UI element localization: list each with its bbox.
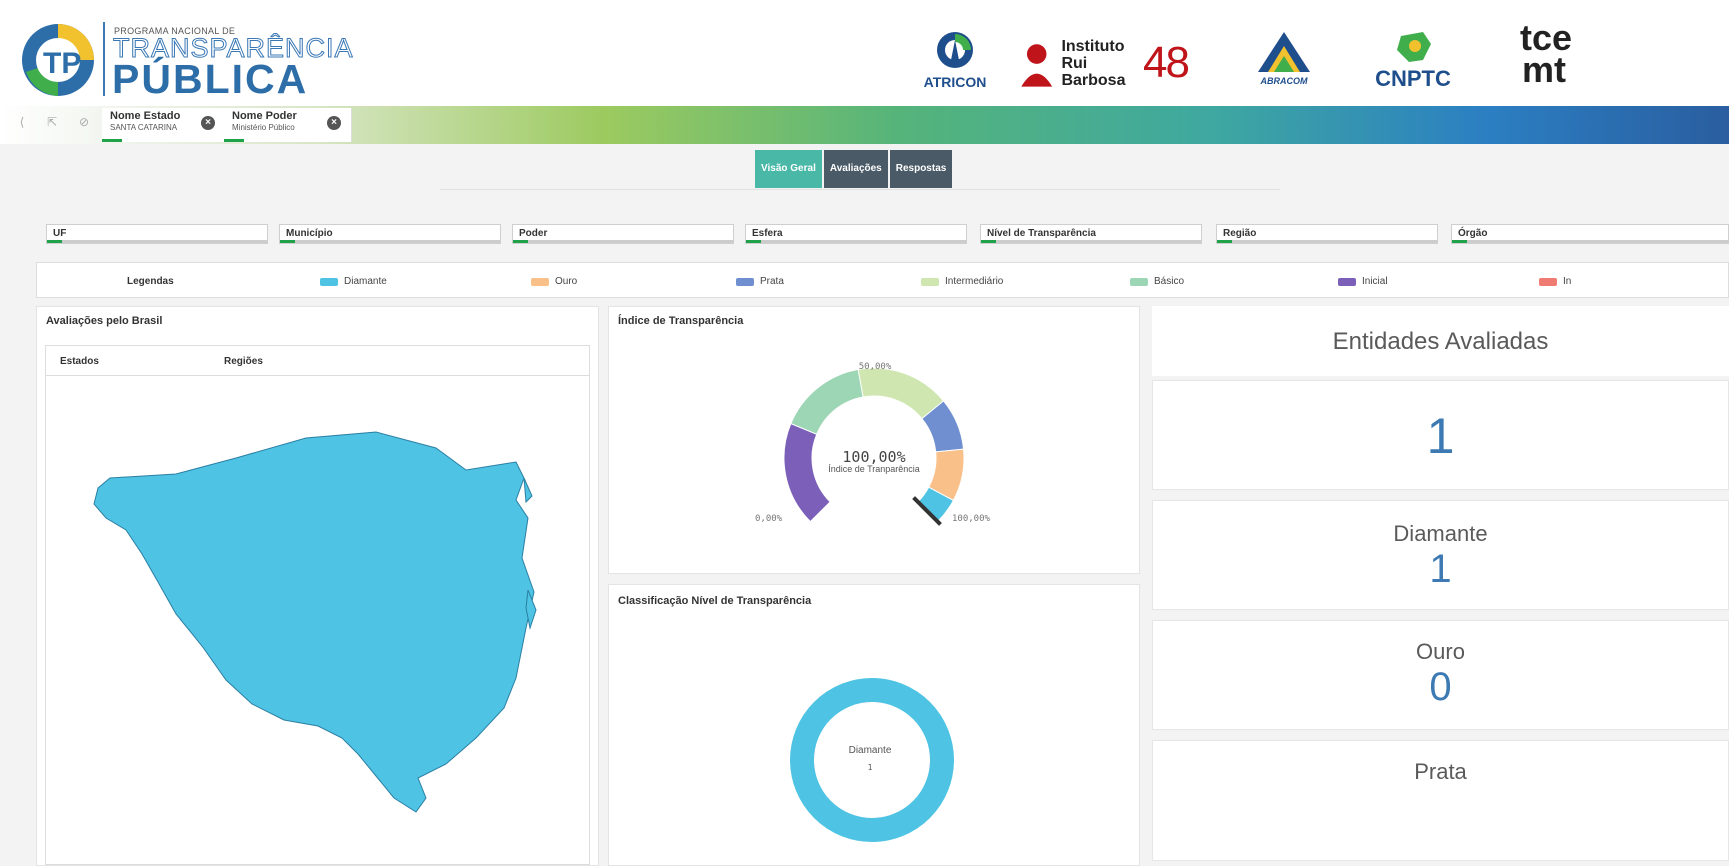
filter-bar <box>981 240 1201 243</box>
filter-label: Esfera <box>752 228 783 239</box>
chip-selection-bar <box>224 139 244 142</box>
filter-bar <box>746 240 966 243</box>
legend-item-intermediario: Intermediário <box>921 276 1003 287</box>
filter-label: Município <box>286 228 333 239</box>
kpi-prata-card: Prata <box>1152 740 1729 861</box>
atricon-logo: ATRICON <box>918 30 992 96</box>
step-back-icon[interactable]: ⟨ <box>14 114 30 130</box>
filter-label: Poder <box>519 228 548 239</box>
selection-chip-poder[interactable]: Nome Poder Ministério Público × <box>224 108 352 142</box>
filter-nivel[interactable]: Nível de Transparência <box>980 224 1202 244</box>
classification-donut <box>790 678 954 842</box>
legend-item-basico: Básico <box>1130 276 1184 287</box>
step-forward-icon[interactable]: ⇱ <box>44 114 60 130</box>
kpi-ouro-label: Ouro <box>1416 639 1465 664</box>
kpi-diamante-card: Diamante 1 <box>1152 500 1729 610</box>
filter-bar <box>513 240 733 243</box>
filter-label: UF <box>53 228 67 239</box>
gauge-mid-label: 50,00% <box>858 362 892 372</box>
filter-bar <box>1452 240 1728 243</box>
tabs-underline <box>440 189 1280 190</box>
clear-selections-icon[interactable]: ⊘ <box>76 114 92 130</box>
close-icon[interactable]: × <box>327 116 341 130</box>
cnptc-logo: CNPTC <box>1368 30 1458 96</box>
atricon-text: ATRICON <box>923 74 987 90</box>
svg-text:TP: TP <box>43 47 81 80</box>
filter-label: Órgão <box>1458 228 1488 239</box>
filter-bar <box>47 240 267 243</box>
kpi-prata-label: Prata <box>1414 759 1467 784</box>
abracom-text: ABRACOM <box>1260 76 1308 86</box>
tab-regioes[interactable]: Regiões <box>224 356 263 367</box>
legend-item-in: In <box>1539 276 1571 287</box>
filter-bar <box>280 240 500 243</box>
santa-catarina-map[interactable] <box>46 378 589 861</box>
brazil-map-icon <box>1397 32 1431 62</box>
mt-text: mt <box>1522 49 1566 90</box>
map-tabs: Estados Regiões <box>46 346 589 376</box>
filter-label: Região <box>1223 228 1257 239</box>
gauge-center-label: Índice de Tranparência <box>828 464 920 474</box>
kpi-total-value: 1 <box>1426 408 1455 464</box>
irb-line2: Rui Barbosa <box>1061 54 1126 89</box>
gauge-max-label: 100,00% <box>952 514 990 524</box>
map-panel-title: Avaliações pelo Brasil <box>46 315 163 327</box>
kpi-diamante-value: 1 <box>1429 547 1452 591</box>
filter-bar <box>1217 240 1437 243</box>
irb-line1: Instituto <box>1061 37 1125 55</box>
cnptc-text: CNPTC <box>1375 66 1451 91</box>
ptp-logo-icon: TP <box>22 24 94 96</box>
legend-bar: Legendas Diamante Ouro Prata Intermediár… <box>36 262 1729 298</box>
donut-slice-diamante[interactable] <box>790 678 954 842</box>
tab-estados[interactable]: Estados <box>60 356 99 367</box>
irb-number: 48 <box>1143 38 1190 87</box>
gauge-segment-básico[interactable] <box>790 368 864 435</box>
filter-regiao[interactable]: Região <box>1216 224 1438 244</box>
kpi-ouro-value: 0 <box>1429 665 1452 709</box>
close-icon[interactable]: × <box>201 116 215 130</box>
abracom-logo: ABRACOM <box>1248 30 1320 96</box>
kpi-heading: Entidades Avaliadas <box>1332 328 1549 355</box>
atricon-icon <box>937 32 973 68</box>
gauge-panel-title: Índice de Transparência <box>618 315 744 327</box>
logo-divider <box>103 22 105 96</box>
donut-center-label: Diamante <box>848 745 892 756</box>
filter-uf[interactable]: UF <box>46 224 268 244</box>
legend-title: Legendas <box>127 276 174 287</box>
classification-panel-title: Classificação Nível de Transparência <box>618 595 812 607</box>
view-tabs: Visão Geral Avaliações Respostas <box>755 150 953 188</box>
filter-label: Nível de Transparência <box>987 228 1096 239</box>
header: TP PROGRAMA NACIONAL DE TRANSPARÊNCIA PÚ… <box>0 0 1729 106</box>
legend-item-diamante: Diamante <box>320 276 387 287</box>
kpi-ouro-card: Ouro 0 <box>1152 620 1729 730</box>
chip-selection-bar <box>102 139 122 142</box>
gauge-min-label: 0,00% <box>755 514 783 524</box>
kpi-diamante-label: Diamante <box>1393 521 1488 546</box>
legend-item-inicial: Inicial <box>1338 276 1388 287</box>
selection-chip-estado[interactable]: Nome Estado SANTA CATARINA × <box>102 108 226 142</box>
tab-avaliacoes[interactable]: Avaliações <box>823 150 888 188</box>
filter-esfera[interactable]: Esfera <box>745 224 967 244</box>
brand-line3: PÚBLICA <box>112 56 309 102</box>
abracom-triangle-icon <box>1258 32 1310 72</box>
filter-municipio[interactable]: Município <box>279 224 501 244</box>
donut-center-value: 1 <box>867 763 873 772</box>
irb-logo: Instituto Rui Barbosa 48 <box>1018 30 1190 96</box>
tab-visao-geral[interactable]: Visão Geral <box>755 150 822 188</box>
legend-item-ouro: Ouro <box>531 276 577 287</box>
kpi-total-card: 1 <box>1152 380 1729 490</box>
filter-poder[interactable]: Poder <box>512 224 734 244</box>
irb-portrait-icon <box>1018 39 1056 87</box>
legend-item-prata: Prata <box>736 276 784 287</box>
filter-orgao[interactable]: Órgão <box>1451 224 1729 244</box>
kpi-heading-card: Entidades Avaliadas <box>1152 306 1729 376</box>
tab-respostas[interactable]: Respostas <box>889 150 953 188</box>
tce-mt-logo: tce mt <box>1476 20 1572 90</box>
